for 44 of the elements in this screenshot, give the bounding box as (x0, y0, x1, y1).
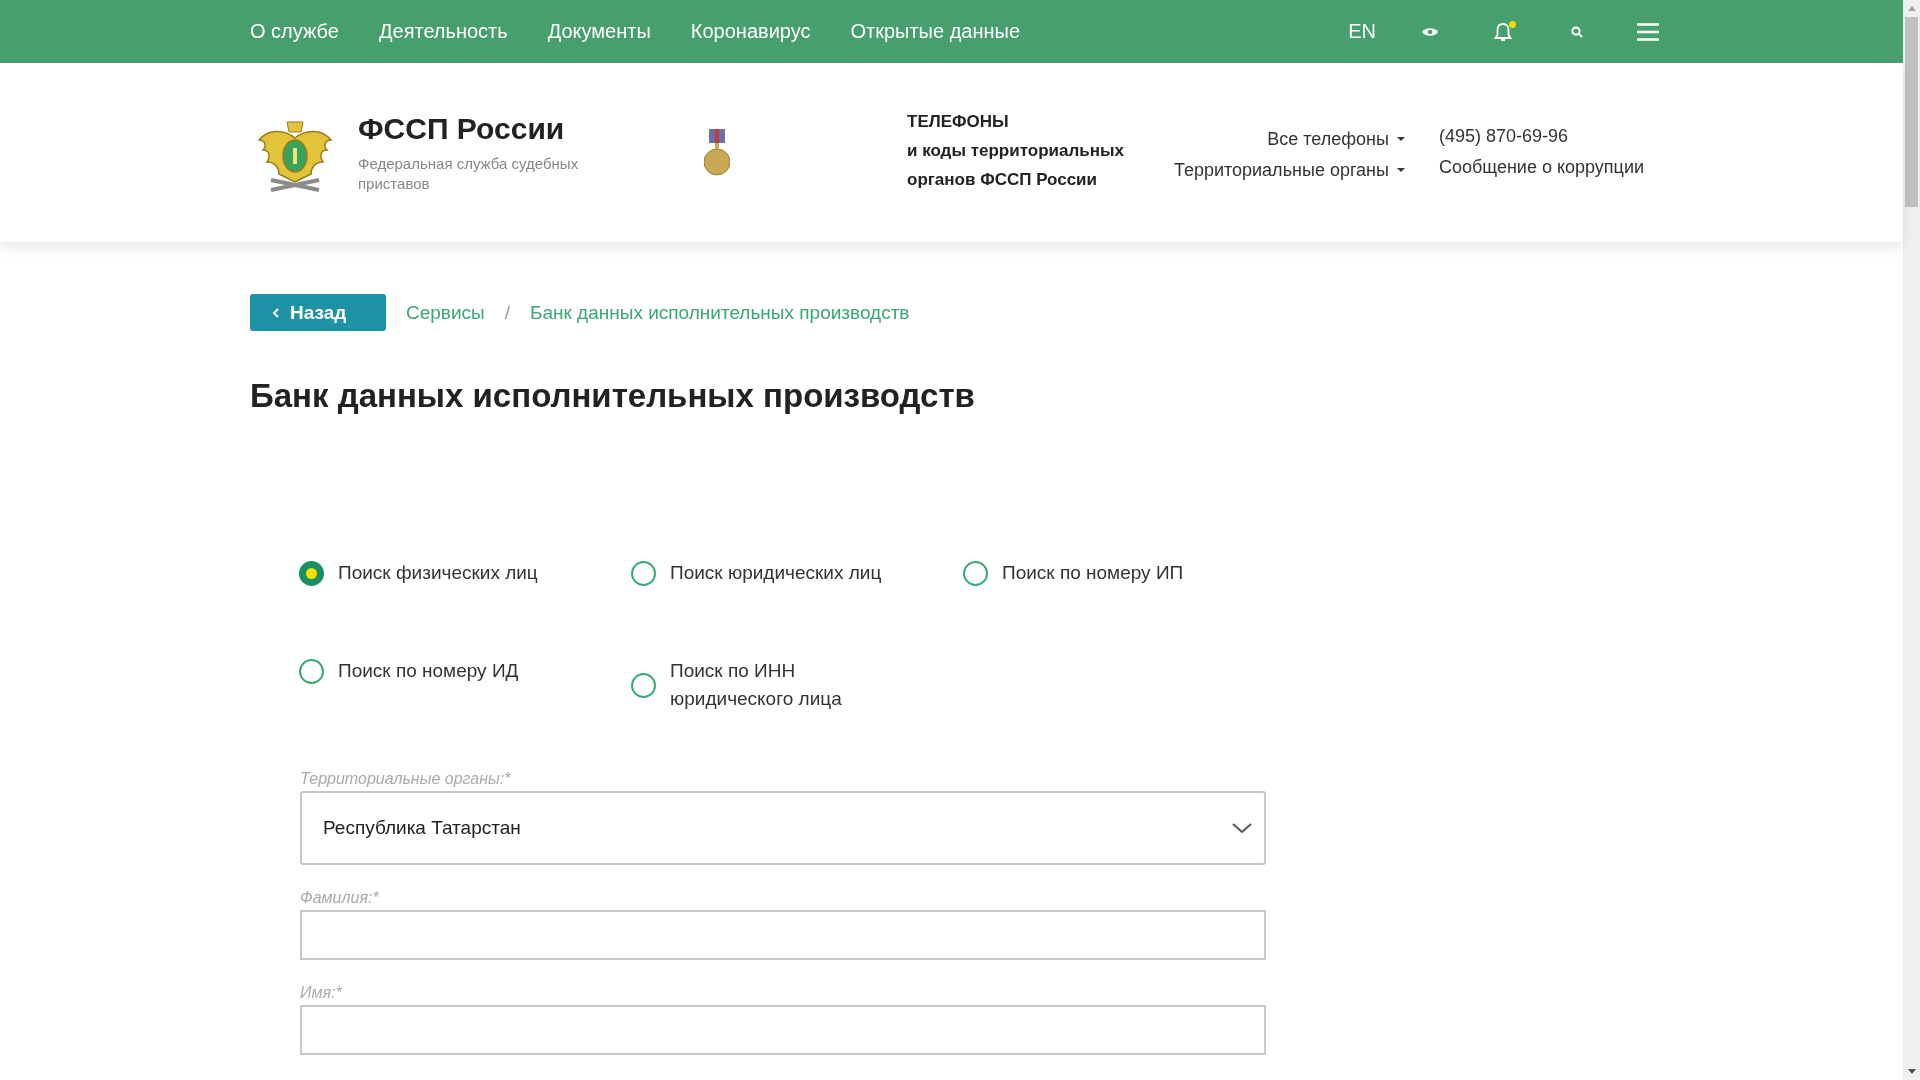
radio-button[interactable] (631, 672, 656, 698)
menu-button[interactable] (1637, 22, 1659, 41)
scroll-up-icon (1907, 6, 1916, 11)
phones-heading: органов ФССП России (907, 169, 1099, 191)
scrollbar-thumb[interactable] (1905, 17, 1918, 207)
scroll-down-icon (1907, 1069, 1916, 1074)
caret-icon (1397, 168, 1405, 172)
eye-icon (1421, 25, 1439, 38)
site-subtitle: Федеральная служба судебных приставов (358, 153, 580, 194)
contact-link[interactable]: (495) 870-69-96 (1439, 125, 1645, 147)
radio-button[interactable] (299, 560, 324, 586)
notifications-button[interactable] (1493, 21, 1513, 42)
search-type-option[interactable]: Поиск по ИНН юридического лица (631, 657, 963, 713)
search-type-option[interactable]: Поиск по номеру ИД (299, 657, 631, 685)
field-label: Территориальные органы:* (300, 770, 512, 788)
search-icon (1571, 25, 1583, 38)
dropdown-link[interactable]: Все телефоны (1267, 128, 1405, 150)
back-button[interactable]: Назад (250, 294, 386, 331)
input-field[interactable] (300, 910, 1266, 960)
field-label: Фамилия:* (300, 889, 380, 907)
accessibility-button[interactable] (1421, 25, 1439, 38)
phones-heading: ТЕЛЕФОНЫ (907, 111, 1010, 133)
radio-button[interactable] (299, 658, 324, 684)
phones-heading: и коды территориальных (907, 140, 1124, 162)
radio-button[interactable] (631, 560, 656, 586)
page-title: Банк данных исполнительных производств (250, 377, 976, 415)
breadcrumb-separator: / (504, 301, 510, 324)
search-type-option[interactable]: Поиск по номеру ИП (963, 559, 1295, 587)
site-title: ФССП России (358, 111, 566, 146)
medal-icon (704, 128, 730, 177)
menu-icon (1637, 22, 1659, 41)
field-label: Имя:* (300, 984, 343, 1002)
dropdown-link[interactable]: Территориальные органы (1173, 159, 1405, 181)
input-field[interactable] (300, 1005, 1266, 1055)
radio-button[interactable] (963, 560, 988, 586)
bell-icon (1493, 21, 1513, 42)
chevron-down-icon (1232, 822, 1252, 834)
chevron-left-icon (272, 307, 280, 318)
search-type-option[interactable]: Поиск юридических лиц (631, 559, 963, 587)
region-select[interactable]: Республика Татарстан (300, 791, 1266, 865)
contact-link[interactable]: Сообщение о коррупции (1439, 156, 1645, 178)
search-type-option[interactable]: Поиск физических лиц (299, 559, 631, 587)
caret-icon (1397, 137, 1405, 141)
search-button[interactable] (1571, 25, 1583, 38)
